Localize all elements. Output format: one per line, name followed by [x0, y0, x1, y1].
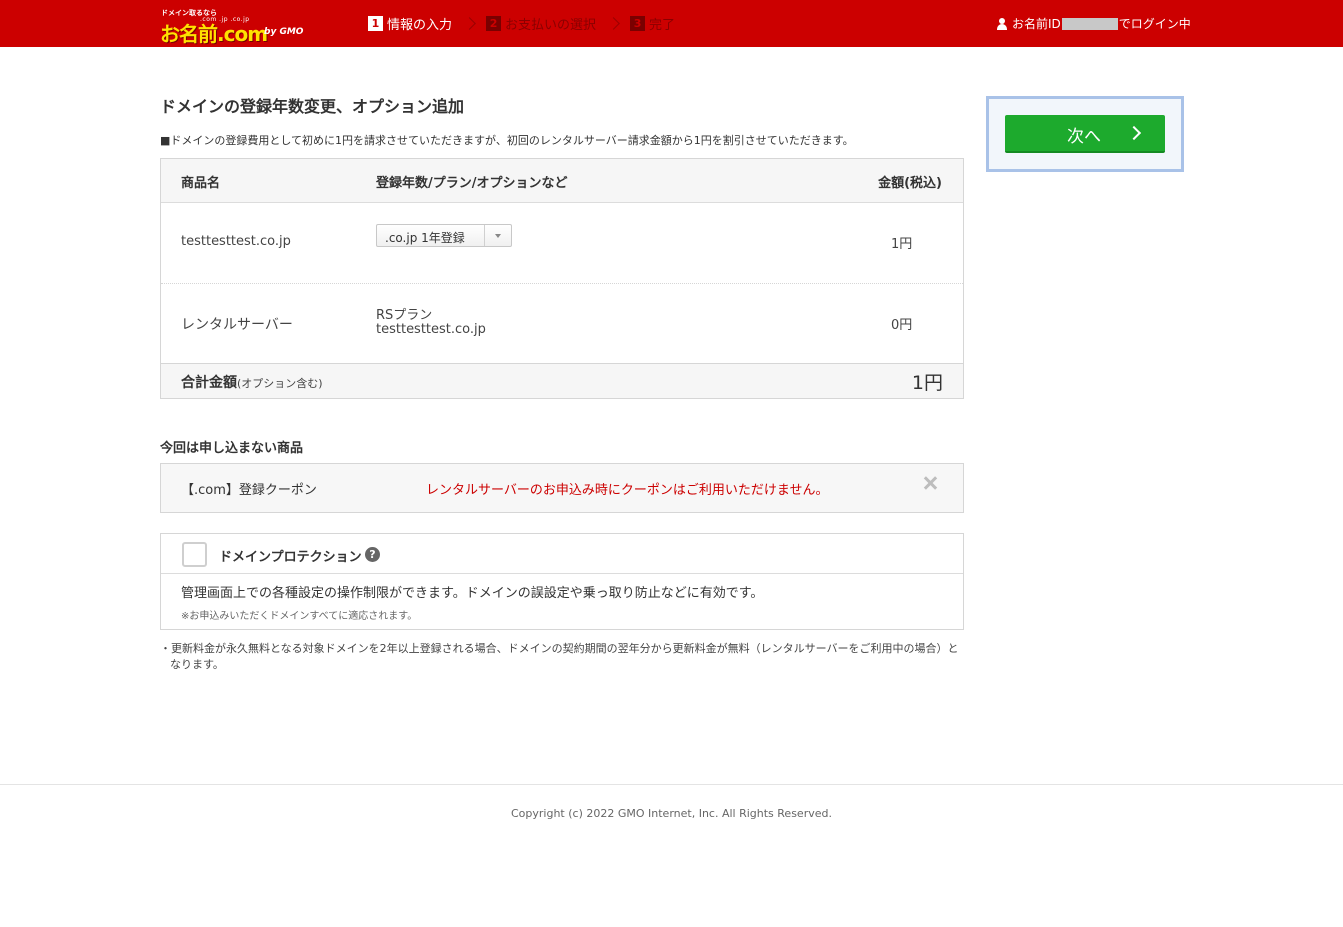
chevron-down-icon: [495, 234, 501, 238]
step-1: 1 情報の入力: [368, 14, 452, 33]
login-status: お名前ID でログイン中: [996, 15, 1191, 32]
chevron-right-icon: [607, 16, 620, 30]
help-icon[interactable]: ?: [365, 547, 380, 562]
table-header: 商品名 登録年数/プラン/オプションなど 金額(税込): [161, 159, 963, 203]
user-icon: [996, 17, 1008, 30]
excluded-item-name: 【.com】登録クーポン: [181, 483, 317, 498]
renewal-footnote: ・更新料金が永久無料となる対象ドメインを2年以上登録される場合、ドメインの契約期…: [160, 642, 959, 671]
protection-checkbox[interactable]: [182, 542, 207, 567]
domain-protection-option: ドメインプロテクション ? 管理画面上での各種設定の操作制限ができます。ドメイン…: [160, 533, 964, 630]
header-plan: 登録年数/プラン/オプションなど: [376, 176, 568, 191]
product-name: testtesttest.co.jp: [181, 234, 291, 249]
excluded-item-message: レンタルサーバーのお申込み時にクーポンはご利用いただけません。: [426, 483, 829, 498]
total-amount: 1円: [911, 372, 943, 394]
masked-user-id: [1061, 17, 1118, 30]
next-button[interactable]: 次へ: [1005, 115, 1165, 153]
step-number: 3: [630, 15, 646, 31]
step-label: お支払いの選択: [505, 17, 597, 33]
registration-years-select[interactable]: .co.jp 1年登録: [376, 224, 512, 247]
total-row: 合計金額(オプション含む) 1円: [161, 364, 963, 398]
select-divider: [484, 225, 485, 246]
next-button-panel: 次へ: [986, 96, 1184, 172]
price-value: 1円: [891, 237, 913, 252]
total-label-text: 合計金額: [181, 375, 237, 391]
billing-notice: ■ドメインの登録費用として初めに1円を請求させていただきますが、初回のレンタルサ…: [160, 134, 854, 147]
product-name: レンタルサーバー: [181, 317, 293, 333]
step-2: 2 お支払いの選択: [486, 14, 596, 33]
logo-name: お名前.com: [160, 22, 268, 46]
total-label-sub: (オプション含む): [237, 377, 323, 390]
excluded-section-title: 今回は申し込まない商品: [160, 441, 304, 456]
excluded-item: 【.com】登録クーポン レンタルサーバーのお申込み時にクーポンはご利用いただけ…: [160, 463, 964, 513]
step-label: 完了: [649, 17, 676, 33]
header-price: 金額(税込): [878, 176, 942, 191]
protection-header: ドメインプロテクション ?: [161, 534, 963, 574]
plan-domain: testtesttest.co.jp: [376, 322, 486, 337]
login-suffix: でログイン中: [1118, 17, 1191, 31]
page-title: ドメインの登録年数変更、オプション追加: [160, 97, 465, 116]
step-number: 1: [368, 15, 383, 31]
progress-steps: 1 情報の入力 2 お支払いの選択 3 完了: [368, 13, 675, 33]
close-icon[interactable]: [921, 474, 939, 492]
header-product: 商品名: [181, 176, 221, 191]
chevron-right-icon: [1126, 125, 1142, 141]
onamae-logo[interactable]: ドメイン取るなら .com .jp .co.jp お名前.com by GMO: [160, 8, 310, 46]
chevron-right-icon: [463, 16, 476, 30]
table-row: レンタルサーバー RSプラン testtesttest.co.jp 0円: [161, 284, 963, 364]
order-table: 商品名 登録年数/プラン/オプションなど 金額(税込) testtesttest…: [160, 158, 964, 399]
step-number: 2: [486, 15, 502, 31]
step-3: 3 完了: [630, 14, 675, 33]
logo-by-gmo: by GMO: [264, 27, 304, 37]
protection-note: ※お申込みいただくドメインすべてに適応されます。: [181, 611, 418, 622]
plan-name: RSプラン: [376, 308, 433, 323]
login-prefix: お名前ID: [1012, 17, 1061, 31]
copyright: Copyright (c) 2022 GMO Internet, Inc. Al…: [511, 807, 832, 820]
footer-divider: [0, 784, 1343, 785]
total-label: 合計金額(オプション含む): [181, 372, 323, 392]
step-label: 情報の入力: [387, 17, 453, 33]
table-row: testtesttest.co.jp .co.jp 1年登録 1円: [161, 203, 963, 284]
header-bar: ドメイン取るなら .com .jp .co.jp お名前.com by GMO …: [0, 0, 1343, 47]
protection-title[interactable]: ドメインプロテクション: [219, 546, 362, 565]
price-value: 0円: [891, 318, 913, 333]
next-button-label: 次へ: [1067, 127, 1101, 147]
protection-description: 管理画面上での各種設定の操作制限ができます。ドメインの誤設定や乗っ取り防止などに…: [181, 586, 764, 601]
select-value: .co.jp 1年登録: [385, 231, 465, 245]
